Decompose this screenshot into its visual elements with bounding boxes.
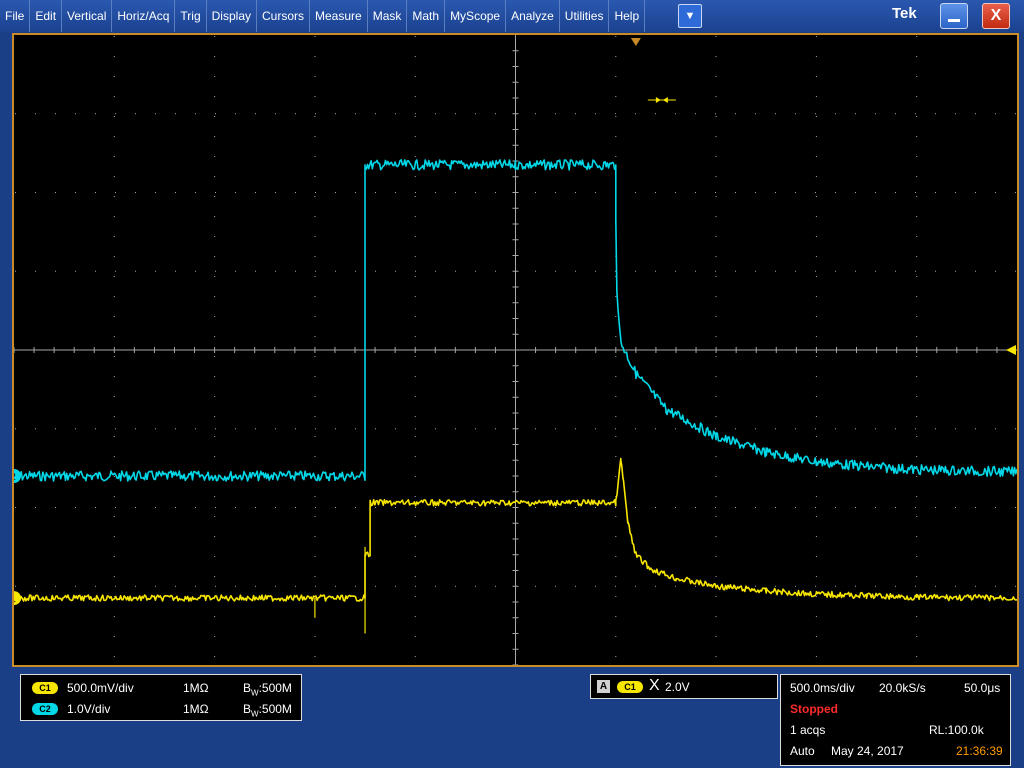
horizontal-readout[interactable]: 500.0ms/div 20.0kS/s 50.0μs Stopped 1 ac… <box>780 674 1011 766</box>
ch2-scale: 1.0V/div <box>67 702 111 716</box>
ch1-bw-sub: W <box>251 688 259 698</box>
menu-trig[interactable]: Trig <box>175 0 207 32</box>
trigger-readout[interactable]: A C1 Χ 2.0V <box>590 674 778 699</box>
sample-rate: 20.0kS/s <box>879 681 926 695</box>
ch2-impedance: 1MΩ <box>183 702 209 716</box>
close-icon: X <box>990 7 1002 24</box>
menu-help[interactable]: Help <box>609 0 646 32</box>
menu-file[interactable]: File <box>0 0 31 32</box>
acq-count: 1 acqs <box>790 723 826 737</box>
menu-utilities[interactable]: Utilities <box>560 0 610 32</box>
menu-mask[interactable]: Mask <box>368 0 408 32</box>
ch2-bw-value: :500M <box>258 702 292 716</box>
menu-cursors[interactable]: Cursors <box>257 0 311 32</box>
menu-bar: File Edit Vertical Horiz/Acq Trig Displa… <box>0 0 1024 32</box>
graticule: 12 <box>14 35 1017 665</box>
menu-horiz-acq[interactable]: Horiz/Acq <box>112 0 176 32</box>
trigger-source-badge: C1 <box>617 681 643 693</box>
trigger-level-marker <box>1006 345 1016 355</box>
horizontal-scale: 500.0ms/div <box>790 681 855 695</box>
trigger-mode-badge: A <box>597 680 610 693</box>
trigger-point-indicator <box>662 97 668 103</box>
menu-list: File Edit Vertical Horiz/Acq Trig Displa… <box>0 0 646 32</box>
menu-vertical[interactable]: Vertical <box>62 0 113 32</box>
menu-myscope[interactable]: MyScope <box>445 0 507 32</box>
ch1-bw-value: :500M <box>258 681 292 695</box>
resolution: 50.0μs <box>964 681 1001 695</box>
minimize-button[interactable] <box>940 3 968 29</box>
trigger-level: 2.0V <box>665 680 690 694</box>
trigger-position-marker <box>630 38 641 46</box>
minimize-icon <box>948 19 960 22</box>
chevron-down-icon[interactable]: ▼ <box>678 4 702 28</box>
menu-edit[interactable]: Edit <box>30 0 63 32</box>
channel-readout[interactable]: C1 500.0mV/div 1MΩ BW:500M C2 1.0V/div 1… <box>20 674 302 721</box>
acq-state: Stopped <box>790 702 838 716</box>
menu-math[interactable]: Math <box>407 0 446 32</box>
close-button[interactable]: X <box>982 3 1010 29</box>
tek-logo: Tek <box>892 5 917 22</box>
date: May 24, 2017 <box>831 744 904 758</box>
ch2-bw-sub: W <box>251 709 259 719</box>
ch2-bw-prefix: B <box>243 702 252 716</box>
trigger-edge-icon: Χ <box>649 677 660 694</box>
ch1-bw-prefix: B <box>243 681 252 695</box>
menu-display[interactable]: Display <box>207 0 257 32</box>
trigger-point-indicator <box>655 97 661 103</box>
ch1-scale: 500.0mV/div <box>67 681 134 695</box>
menu-measure[interactable]: Measure <box>310 0 368 32</box>
ch1-badge[interactable]: C1 <box>32 682 58 694</box>
ch2-bandwidth: BW:500M <box>243 702 292 718</box>
waveform-display[interactable]: 12 <box>12 33 1019 667</box>
record-length: RL:100.0k <box>929 723 984 737</box>
ch1-impedance: 1MΩ <box>183 681 209 695</box>
time: 21:36:39 <box>956 744 1003 758</box>
menu-analyze[interactable]: Analyze <box>506 0 560 32</box>
ch2-badge[interactable]: C2 <box>32 703 58 715</box>
trigger-mode: Auto <box>790 744 815 758</box>
ch1-bandwidth: BW:500M <box>243 681 292 697</box>
